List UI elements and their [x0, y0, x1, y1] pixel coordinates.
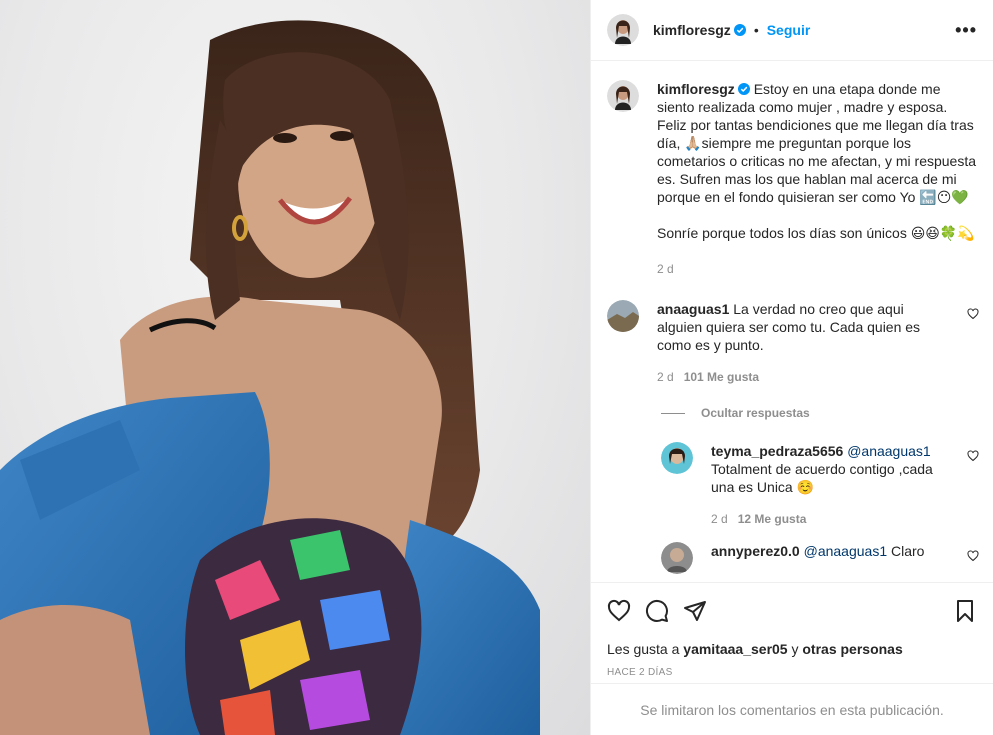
heart-icon[interactable] — [607, 599, 631, 623]
save-icon[interactable] — [953, 599, 977, 623]
comment-username[interactable]: anaaguas1 — [657, 301, 729, 317]
reply-mention[interactable]: @anaaguas1 — [804, 543, 888, 559]
caption-username[interactable]: kimfloresgz — [657, 81, 735, 97]
reply-body: annyperez0.0 @anaaguas1 Claro — [711, 542, 951, 574]
likes-prefix: Les gusta a — [607, 641, 680, 657]
reply-item: teyma_pedraza5656 @anaaguas1 Totalment d… — [645, 442, 993, 528]
photo-illustration — [0, 20, 540, 735]
reply-avatar[interactable] — [661, 442, 693, 474]
hide-replies-label: Ocultar respuestas — [701, 406, 810, 420]
verified-icon — [733, 24, 746, 36]
caption-avatar[interactable] — [607, 80, 639, 112]
comment-icon[interactable] — [645, 599, 669, 623]
post-header: kimfloresgz • Seguir ••• — [591, 0, 993, 61]
comment-heart-icon[interactable] — [967, 308, 979, 320]
separator-dot: • — [753, 22, 759, 38]
reply-avatar[interactable] — [661, 542, 693, 574]
comment-likes[interactable]: 101 Me gusta — [684, 370, 759, 384]
comment-meta: 2 d 101 Me gusta — [657, 368, 947, 386]
comments-limited-notice: Se limitaron los comentarios en esta pub… — [591, 683, 993, 735]
caption-text: Estoy en una etapa donde me siento reali… — [657, 81, 977, 205]
reply-item: annyperez0.0 @anaaguas1 Claro — [645, 542, 993, 574]
caption-time[interactable]: 2 d — [657, 260, 977, 278]
action-icons — [607, 597, 977, 625]
comment-item: anaaguas1 La verdad no creo que aqui alg… — [591, 300, 993, 386]
caption-text-2: Sonríe porque todos los días son únicos … — [657, 225, 975, 241]
caption-text-1: kimfloresgz Estoy en una etapa donde me … — [657, 80, 977, 206]
likes-others[interactable]: otras personas — [802, 641, 902, 657]
post-caption: kimfloresgz Estoy en una etapa donde me … — [591, 62, 993, 278]
reply-time[interactable]: 2 d — [711, 512, 728, 526]
comment-time[interactable]: 2 d — [657, 370, 674, 384]
posted-ago[interactable]: HACE 2 DÍAS — [607, 667, 977, 678]
more-icon[interactable]: ••• — [955, 20, 977, 41]
comment-body: anaaguas1 La verdad no creo que aqui alg… — [657, 300, 947, 386]
comments-list[interactable]: kimfloresgz Estoy en una etapa donde me … — [591, 62, 993, 582]
post-side-panel: kimfloresgz • Seguir ••• kimfloresgz Est… — [590, 0, 993, 735]
author-avatar[interactable] — [607, 14, 639, 46]
divider-line — [661, 412, 685, 414]
reply-body: teyma_pedraza5656 @anaaguas1 Totalment d… — [711, 442, 951, 528]
reply-mention[interactable]: @anaaguas1 — [847, 443, 931, 459]
author-username[interactable]: kimfloresgz — [653, 22, 731, 38]
reply-heart-icon[interactable] — [967, 550, 979, 562]
post-photo[interactable] — [0, 0, 590, 735]
instagram-post: kimfloresgz • Seguir ••• kimfloresgz Est… — [0, 0, 993, 735]
likes-user[interactable]: yamitaaa_ser05 — [683, 641, 787, 657]
reply-text: Totalment de acuerdo contigo ,cada una e… — [711, 461, 933, 495]
share-icon[interactable] — [683, 599, 707, 623]
likes-joiner: y — [791, 641, 799, 657]
likes-summary: Les gusta a yamitaaa_ser05 y otras perso… — [607, 641, 977, 657]
hide-replies-button[interactable]: Ocultar respuestas — [661, 406, 993, 420]
follow-button[interactable]: Seguir — [767, 22, 811, 38]
commenter-avatar[interactable] — [607, 300, 639, 332]
caption-body: kimfloresgz Estoy en una etapa donde me … — [657, 80, 977, 278]
verified-icon — [737, 83, 750, 95]
post-actions: Les gusta a yamitaaa_ser05 y otras perso… — [591, 582, 993, 678]
reply-heart-icon[interactable] — [967, 450, 979, 462]
reply-likes[interactable]: 12 Me gusta — [738, 512, 807, 526]
reply-text: Claro — [891, 543, 925, 559]
reply-username[interactable]: teyma_pedraza5656 — [711, 443, 843, 459]
reply-username[interactable]: annyperez0.0 — [711, 543, 800, 559]
reply-meta: 2 d 12 Me gusta — [711, 510, 951, 528]
